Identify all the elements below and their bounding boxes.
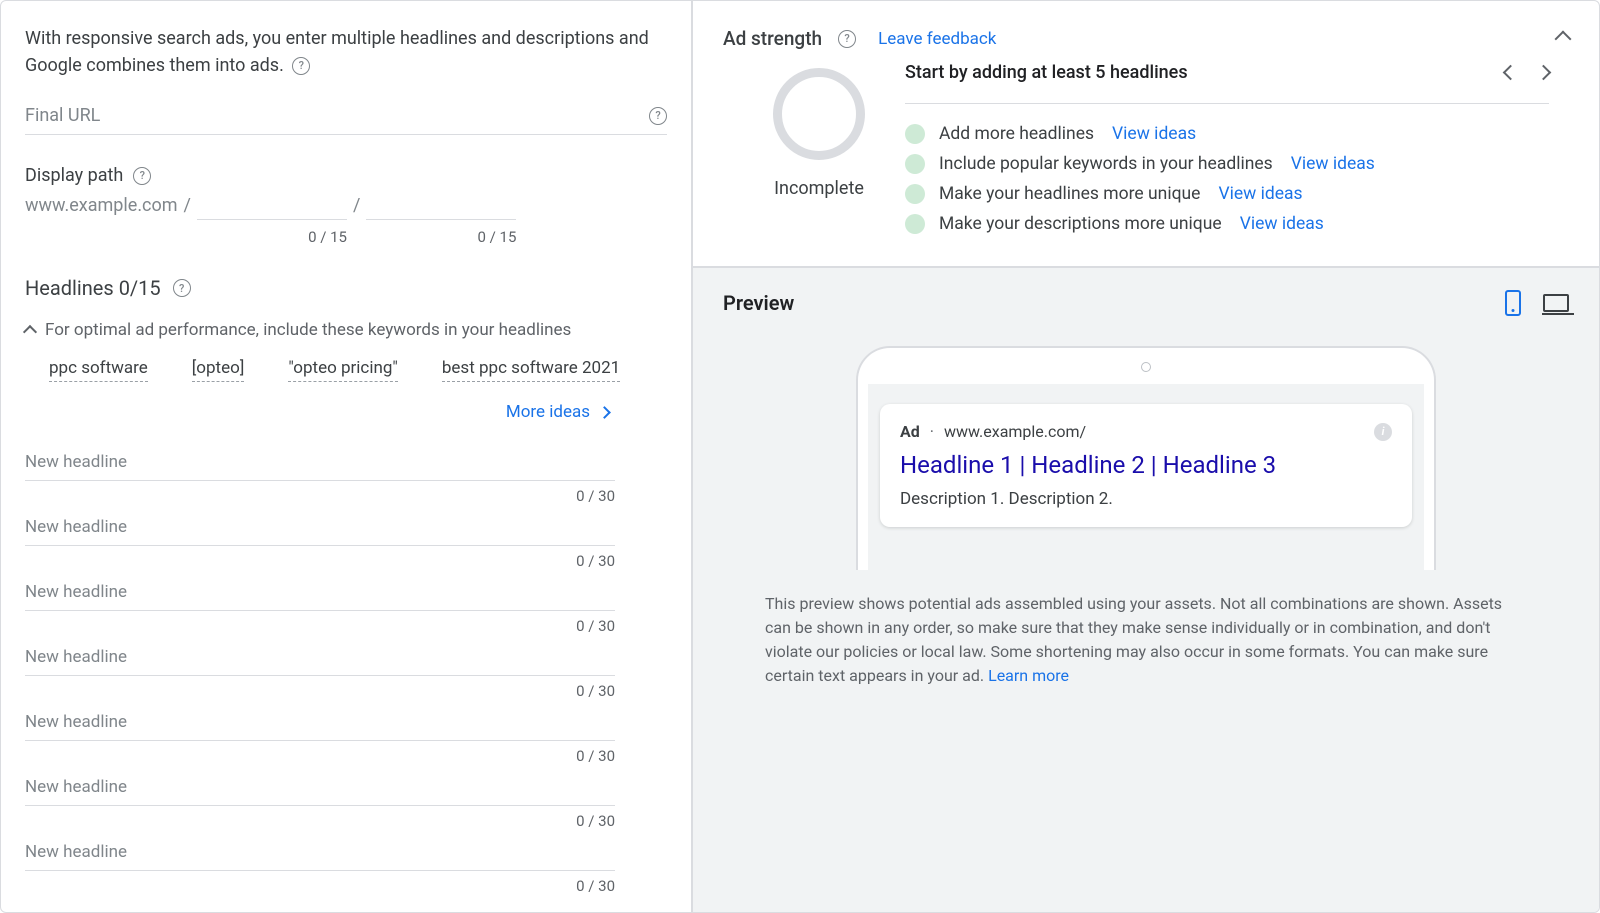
- tip-dot-icon: [905, 154, 925, 174]
- more-ideas-link[interactable]: More ideas: [25, 402, 667, 422]
- headline-input[interactable]: [25, 637, 615, 676]
- add-headline-button[interactable]: ADD HEADLINE: [25, 909, 667, 912]
- keyword-chip[interactable]: [opteo]: [192, 358, 245, 382]
- keyword-chip[interactable]: "opteo pricing": [288, 358, 398, 382]
- view-ideas-link[interactable]: View ideas: [1291, 154, 1375, 174]
- headline-counter: 0 / 30: [25, 682, 615, 700]
- headline-input[interactable]: [25, 702, 615, 741]
- headline-input[interactable]: [25, 442, 615, 481]
- headline-counter: 0 / 30: [25, 617, 615, 635]
- strength-status: Incomplete: [774, 178, 864, 199]
- path-counter-2: 0 / 15: [478, 228, 517, 246]
- prev-tip-button[interactable]: [1503, 65, 1519, 81]
- headline-input[interactable]: [25, 832, 615, 871]
- headlines-section-title: Headlines 0/15: [25, 276, 161, 300]
- info-icon[interactable]: i: [1374, 423, 1392, 441]
- keyword-suggestion-toggle[interactable]: For optimal ad performance, include thes…: [25, 320, 667, 340]
- keyword-chip[interactable]: best ppc software 2021: [442, 358, 620, 382]
- headline-input[interactable]: [25, 572, 615, 611]
- ad-url: www.example.com/: [944, 422, 1086, 441]
- tip-row: Make your headlines more uniqueView idea…: [905, 184, 1549, 204]
- chevron-up-icon: [1555, 30, 1572, 47]
- tips-title: Start by adding at least 5 headlines: [905, 62, 1188, 83]
- intro-text: With responsive search ads, you enter mu…: [25, 25, 667, 79]
- tip-row: Add more headlinesView ideas: [905, 124, 1549, 144]
- chevron-up-icon: [23, 325, 37, 339]
- ad-preview-card: Ad · www.example.com/ i Headline 1 | Hea…: [880, 404, 1412, 527]
- leave-feedback-link[interactable]: Leave feedback: [878, 29, 996, 49]
- ad-headline: Headline 1 | Headline 2 | Headline 3: [900, 451, 1392, 479]
- display-path-prefix: www.example.com: [25, 195, 178, 216]
- tip-dot-icon: [905, 214, 925, 234]
- collapse-button[interactable]: [1557, 29, 1569, 49]
- keyword-chip[interactable]: ppc software: [49, 358, 148, 382]
- help-icon[interactable]: ?: [292, 57, 310, 75]
- tip-dot-icon: [905, 184, 925, 204]
- learn-more-link[interactable]: Learn more: [988, 666, 1069, 685]
- tip-dot-icon: [905, 124, 925, 144]
- preview-title: Preview: [723, 291, 794, 315]
- tip-row: Make your descriptions more uniqueView i…: [905, 214, 1549, 234]
- view-ideas-link[interactable]: View ideas: [1218, 184, 1302, 204]
- ad-tag: Ad: [900, 422, 920, 441]
- next-tip-button[interactable]: [1536, 65, 1552, 81]
- headline-input[interactable]: [25, 767, 615, 806]
- strength-ring-icon: [773, 68, 865, 160]
- mobile-preview-button[interactable]: [1505, 290, 1521, 316]
- view-ideas-link[interactable]: View ideas: [1112, 124, 1196, 144]
- phone-speaker-icon: [1141, 362, 1151, 372]
- desktop-preview-button[interactable]: [1543, 294, 1569, 312]
- chevron-right-icon: [598, 406, 611, 419]
- headline-counter: 0 / 30: [25, 812, 615, 830]
- headline-counter: 0 / 30: [25, 487, 615, 505]
- headline-counter: 0 / 30: [25, 747, 615, 765]
- headline-input[interactable]: [25, 507, 615, 546]
- ad-strength-title: Ad strength: [723, 27, 822, 50]
- help-icon[interactable]: ?: [649, 107, 667, 125]
- path-counter-1: 0 / 15: [308, 228, 347, 246]
- tip-row: Include popular keywords in your headlin…: [905, 154, 1549, 174]
- phone-preview-frame: Ad · www.example.com/ i Headline 1 | Hea…: [856, 346, 1436, 570]
- headline-counter: 0 / 30: [25, 552, 615, 570]
- help-icon[interactable]: ?: [173, 279, 191, 297]
- help-icon[interactable]: ?: [838, 30, 856, 48]
- final-url-label[interactable]: Final URL: [25, 105, 645, 126]
- help-icon[interactable]: ?: [133, 167, 151, 185]
- ad-description: Description 1. Description 2.: [900, 489, 1392, 509]
- view-ideas-link[interactable]: View ideas: [1240, 214, 1324, 234]
- display-path-label: Display path: [25, 165, 123, 186]
- display-path-input-2[interactable]: [366, 192, 516, 220]
- headline-counter: 0 / 30: [25, 877, 615, 895]
- preview-note: This preview shows potential ads assembl…: [723, 592, 1569, 688]
- display-path-input-1[interactable]: [197, 192, 347, 220]
